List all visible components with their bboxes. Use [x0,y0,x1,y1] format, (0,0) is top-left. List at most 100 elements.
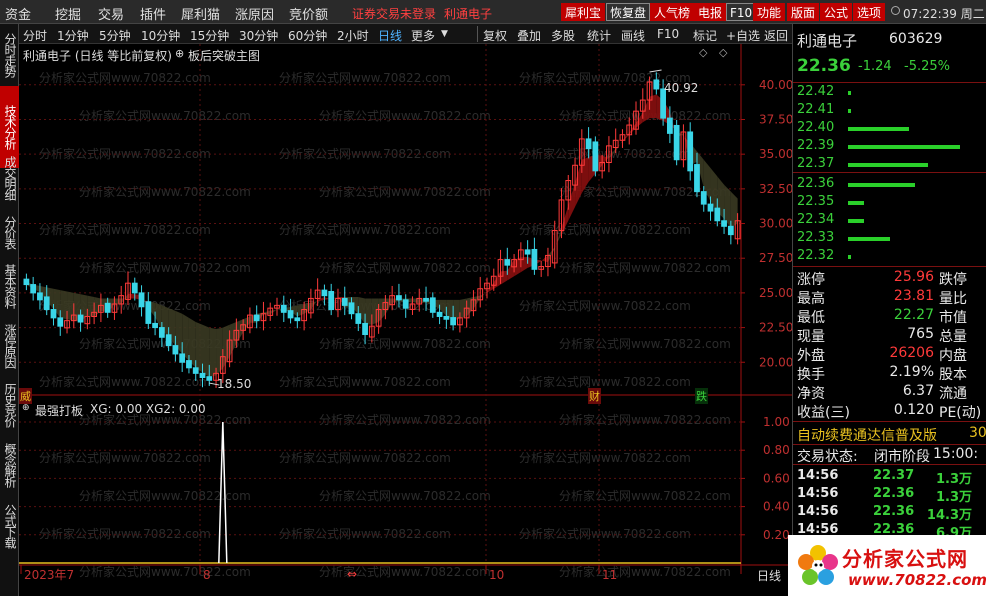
period-timeshare[interactable]: 分时 [23,27,47,44]
stat-label: 外盘 [797,348,825,364]
bid-level-4-price[interactable]: 22.33 [797,230,834,245]
ma-band-segment [493,271,501,289]
tab-history-auction[interactable]: 历史竞价 [0,376,19,434]
period-15min[interactable]: 15分钟 [190,27,229,44]
menu-item-funds[interactable]: 资金 [5,4,31,23]
tab-price-table[interactable]: 分价表 [0,208,19,256]
expand-diamond-icon-2[interactable]: ◇ [719,46,727,59]
candle-down [707,203,714,212]
candle-down [450,317,457,326]
ask-level-3-price[interactable]: 22.40 [797,120,834,135]
tab-formula-download[interactable]: 公式下载 [0,496,19,556]
ma-band-segment [127,293,135,299]
period-1min[interactable]: 1分钟 [57,27,89,44]
chevron-down-icon[interactable]: ▼ [441,29,448,39]
period-5min[interactable]: 5分钟 [99,27,131,44]
bid-level-1-price[interactable]: 22.36 [797,176,834,191]
stat-label: 净资 [797,386,825,402]
tool-draw-line[interactable]: 画线 [621,27,645,44]
watermark-text: 分析家公式网www.70822.com [559,412,731,427]
button-functions[interactable]: 功能 [753,3,786,21]
indicator-tick-label: 1.00 [763,415,790,429]
button-popularity[interactable]: 人气榜 [650,3,695,21]
button-f10-top[interactable]: F10 [726,3,757,21]
candle-down [396,295,402,301]
main-chart-title: 利通电子 (日线 等比前复权) [23,49,172,63]
bid-level-3-price[interactable]: 22.34 [797,212,834,227]
tab-limit-reason[interactable]: 涨停原因 [0,316,19,376]
ask-level-3-volume-bar [848,127,909,131]
period-60min[interactable]: 60分钟 [288,27,327,44]
time-tick-label: 8 [203,568,211,582]
kline-chart-area[interactable]: 分析家公式网www.70822.com 分析家公式网www.70822.com 分析… [19,44,792,595]
watermark-text: 分析家公式网www.70822.com [79,108,251,123]
tool-multi-stock[interactable]: 多股 [551,27,575,44]
candle-down [402,299,409,309]
event-mark-die[interactable]: 跌 [695,388,708,404]
bid-level-2-price[interactable]: 22.35 [797,194,834,209]
tick-vol: 1.3万 [935,472,972,487]
button-formula[interactable]: 公式 [820,3,853,21]
tool-adjust[interactable]: 复权 [483,27,507,44]
watermark-text: 分析家公式网www.70822.com [279,222,451,237]
tool-add-watchlist[interactable]: +自选 [726,27,760,44]
ask-level-5-price[interactable]: 22.37 [797,156,834,171]
candle-down [694,164,700,193]
tool-statistics[interactable]: 统计 [587,27,611,44]
tool-back[interactable]: 返回 [764,27,788,44]
stat-value: 25.96 [893,269,934,285]
bid-level-3-volume-bar [848,219,864,223]
button-xilibao[interactable]: 犀利宝 [561,3,606,21]
menu-item-limit-reason[interactable]: 涨原因 [235,4,274,23]
tool-overlay[interactable]: 叠加 [517,27,541,44]
tab-trade-details[interactable]: 成交明细 [0,148,19,208]
ask-level-4-price[interactable]: 22.39 [797,138,834,153]
expand-diamond-icon[interactable]: ◇ [699,46,707,59]
period-10min[interactable]: 10分钟 [141,27,180,44]
candle-down [131,282,138,294]
period-daily[interactable]: 日线 [378,27,402,44]
button-options[interactable]: 选项 [853,3,886,21]
kline-chart-svg[interactable]: 分析家公式网www.70822.com 分析家公式网www.70822.com 分析… [19,44,792,595]
event-mark-cai[interactable]: 财 [588,388,601,404]
ask-level-1-price[interactable]: 22.42 [797,84,834,99]
candle-down [727,225,734,236]
ask-level-2-price[interactable]: 22.41 [797,102,834,117]
divider [793,464,986,465]
ask-level-1-volume-bar [848,91,852,95]
stat-value: 2.19% [889,364,934,380]
candle-down [673,124,680,161]
menu-item-trade[interactable]: 交易 [98,4,124,23]
ma-band-segment [216,327,223,376]
clock-time: 07:22:39 周二 [903,7,985,21]
menu-item-auction[interactable]: 竞价额 [289,4,328,23]
login-warning[interactable]: 证券交易未登录 [352,5,436,22]
button-telegram[interactable]: 电报 [694,3,727,21]
indicator-title[interactable]: 最强打板 [35,402,83,419]
indicator-settings-icon[interactable]: ⊕ [22,403,30,413]
formula-selector-icon[interactable]: ⊕ [175,47,184,60]
tab-timeshare[interactable]: 分时走势 [0,26,19,84]
subscription-banner-tail[interactable]: 30 [969,425,986,441]
button-restore-replay[interactable]: 恢复盘 [606,3,651,21]
period-more[interactable]: 更多 [411,27,435,44]
tab-basic-info[interactable]: 基本资料 [0,256,19,316]
period-2hour[interactable]: 2小时 [337,27,369,44]
scroll-arrows-icon[interactable]: ⇔ [347,567,357,581]
candle-down [355,313,362,324]
menu-item-mining[interactable]: 挖掘 [55,4,81,23]
tool-mark[interactable]: 标记 [693,27,717,44]
button-layout[interactable]: 版面 [787,3,820,21]
period-30min[interactable]: 30分钟 [239,27,278,44]
stat-label-secondary: 市值 [939,310,967,326]
bid-level-5-price[interactable]: 22.32 [797,248,834,263]
menu-item-plugins[interactable]: 插件 [140,4,166,23]
candle-down [57,317,64,327]
menu-item-xilimao[interactable]: 犀利猫 [181,4,220,23]
event-mark-wei[interactable]: 威 [19,388,32,404]
main-formula-name[interactable]: 板后突破主图 [188,47,260,64]
tab-concept-analysis[interactable]: 概念解析 [0,434,19,496]
tool-f10[interactable]: F10 [657,27,679,41]
candle-down [436,311,443,317]
subscription-banner[interactable]: 自动续费通达信普及版 [797,425,937,445]
